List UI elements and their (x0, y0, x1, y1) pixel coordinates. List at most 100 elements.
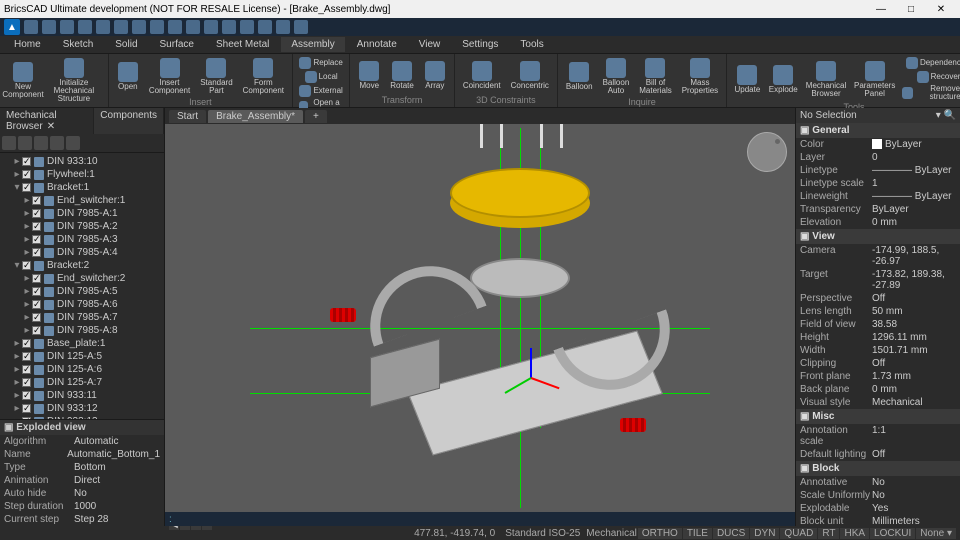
visual-style[interactable]: Mechanical (586, 528, 637, 539)
tree-node[interactable]: ▸DIN 7985-A:7 (2, 311, 162, 324)
app-icon[interactable]: ▲ (4, 19, 20, 35)
status-toggle-lockui[interactable]: LOCKUI (870, 528, 915, 539)
prop-section[interactable]: ▣ Misc (796, 409, 960, 424)
tree-node[interactable]: ▸End_switcher:1 (2, 194, 162, 207)
prop-row[interactable]: Lineweight———— ByLayer (796, 190, 960, 203)
prop-row[interactable]: ColorByLayer (796, 138, 960, 151)
ribbon-mass-properties[interactable]: MassProperties (678, 56, 722, 97)
qat-redo-icon[interactable] (114, 20, 128, 34)
menu-solid[interactable]: Solid (105, 37, 147, 52)
prop-row[interactable]: Annotation scale1:1 (796, 424, 960, 448)
status-toggle-quad[interactable]: QUAD (780, 528, 817, 539)
menu-sketch[interactable]: Sketch (53, 37, 104, 52)
status-none[interactable]: None ▾ (916, 528, 956, 539)
ribbon-insert-component[interactable]: InsertComponent (145, 56, 194, 97)
tree-node[interactable]: ▸Base_plate:1 (2, 337, 162, 350)
ribbon-parameters-panel[interactable]: ParametersPanel (851, 56, 898, 102)
prop-row[interactable]: Linetype scale1 (796, 177, 960, 190)
tree-node[interactable]: ▸End_switcher:2 (2, 272, 162, 285)
status-toggle-ortho[interactable]: ORTHO (638, 528, 682, 539)
prop-row[interactable]: ClippingOff (796, 357, 960, 370)
qat-icon[interactable] (240, 20, 254, 34)
menu-surface[interactable]: Surface (150, 37, 204, 52)
qat-new-icon[interactable] (24, 20, 38, 34)
panel-tab-mechanical-browser[interactable]: Mechanical Browser✕ (0, 108, 94, 134)
ribbon-form-component[interactable]: FormComponent (239, 56, 288, 97)
menu-annotate[interactable]: Annotate (347, 37, 407, 52)
menu-home[interactable]: Home (4, 37, 51, 52)
prop-row[interactable]: Width1501.71 mm (796, 344, 960, 357)
ribbon-balloon[interactable]: Balloon (562, 56, 597, 97)
status-toggle-ducs[interactable]: DUCS (713, 528, 749, 539)
qat-undo-icon[interactable] (96, 20, 110, 34)
prop-row[interactable]: Auto hideNo (0, 487, 164, 500)
ribbon-initialize-mechanical-structure[interactable]: Initialize MechanicalStructure (44, 56, 104, 105)
ribbon-open[interactable]: Open (113, 56, 143, 97)
tree-node[interactable]: ▸DIN 7985-A:3 (2, 233, 162, 246)
prop-row[interactable]: Current stepStep 28 (0, 513, 164, 526)
ribbon-update[interactable]: Update (731, 56, 763, 102)
tree-node[interactable]: ▸DIN 7985-A:5 (2, 285, 162, 298)
tree-node[interactable]: ▸DIN 7985-A:8 (2, 324, 162, 337)
ribbon-bill-of-materials[interactable]: Bill ofMaterials (635, 56, 675, 97)
prop-row[interactable]: ExplodableYes (796, 502, 960, 515)
qat-print-icon[interactable] (78, 20, 92, 34)
tree-node[interactable]: ▸DIN 7985-A:2 (2, 220, 162, 233)
prop-row[interactable]: AnnotativeNo (796, 476, 960, 489)
qat-icon[interactable] (132, 20, 146, 34)
tree-node[interactable]: ▸DIN 7985-A:4 (2, 246, 162, 259)
panel-tool-icon[interactable] (34, 136, 48, 150)
prop-row[interactable]: Layer0 (796, 151, 960, 164)
view-cube[interactable] (747, 132, 787, 172)
qat-icon[interactable] (150, 20, 164, 34)
prop-row[interactable]: Default lightingOff (796, 448, 960, 461)
close-button[interactable]: ✕ (926, 4, 956, 15)
tree-node[interactable]: ▸DIN 933:10 (2, 155, 162, 168)
ribbon-recover[interactable]: Recover (900, 70, 960, 84)
prop-row[interactable]: TransparencyByLayer (796, 203, 960, 216)
menu-view[interactable]: View (409, 37, 451, 52)
panel-tool-icon[interactable] (2, 136, 16, 150)
prop-row[interactable]: Front plane1.73 mm (796, 370, 960, 383)
tree-node[interactable]: ▸Flywheel:1 (2, 168, 162, 181)
prop-row[interactable]: PerspectiveOff (796, 292, 960, 305)
prop-row[interactable]: Height1296.11 mm (796, 331, 960, 344)
doc-tab[interactable]: Start (169, 110, 206, 123)
tree-node[interactable]: ▸DIN 933:12 (2, 402, 162, 415)
ribbon-array[interactable]: Array (420, 56, 450, 95)
ribbon-external[interactable]: External (297, 84, 345, 98)
tree-node[interactable]: ▸DIN 125-A:6 (2, 363, 162, 376)
3d-canvas[interactable] (165, 124, 795, 512)
status-toggle-dyn[interactable]: DYN (750, 528, 779, 539)
filter-icon[interactable]: ▾ 🔍 (936, 110, 956, 121)
qat-icon[interactable] (276, 20, 290, 34)
panel-tab-components[interactable]: Components (94, 108, 164, 134)
menu-sheet-metal[interactable]: Sheet Metal (206, 37, 279, 52)
ribbon-new-component[interactable]: NewComponent (4, 56, 42, 105)
qat-icon[interactable] (222, 20, 236, 34)
ribbon-move[interactable]: Move (354, 56, 384, 95)
tree-node[interactable]: ▸DIN 933:11 (2, 389, 162, 402)
prop-row[interactable]: NameAutomatic_Bottom_1 (0, 448, 164, 461)
ribbon-concentric[interactable]: Concentric (507, 56, 553, 95)
status-toggle-hka[interactable]: HKA (840, 528, 869, 539)
dim-style[interactable]: Standard ISO-25 (505, 528, 580, 539)
prop-row[interactable]: AlgorithmAutomatic (0, 435, 164, 448)
tree-node[interactable]: ▸DIN 125-A:5 (2, 350, 162, 363)
ribbon-standard-part[interactable]: StandardPart (196, 56, 236, 97)
prop-section[interactable]: ▣ View (796, 229, 960, 244)
qat-open-icon[interactable] (42, 20, 56, 34)
ribbon-replace[interactable]: Replace (297, 56, 345, 70)
status-toggle-tile[interactable]: TILE (683, 528, 712, 539)
tree-node[interactable]: ▸DIN 7985-A:6 (2, 298, 162, 311)
ribbon-remove-structure[interactable]: Remove structure (900, 84, 960, 102)
menu-settings[interactable]: Settings (452, 37, 508, 52)
prop-row[interactable]: Elevation0 mm (796, 216, 960, 229)
doc-tab[interactable]: + (305, 110, 327, 123)
prop-section[interactable]: ▣ General (796, 123, 960, 138)
panel-tool-icon[interactable] (66, 136, 80, 150)
ribbon-mechanical-browser[interactable]: MechanicalBrowser (803, 56, 849, 102)
qat-save-icon[interactable] (60, 20, 74, 34)
menu-assembly[interactable]: Assembly (281, 37, 344, 52)
qat-icon[interactable] (294, 20, 308, 34)
